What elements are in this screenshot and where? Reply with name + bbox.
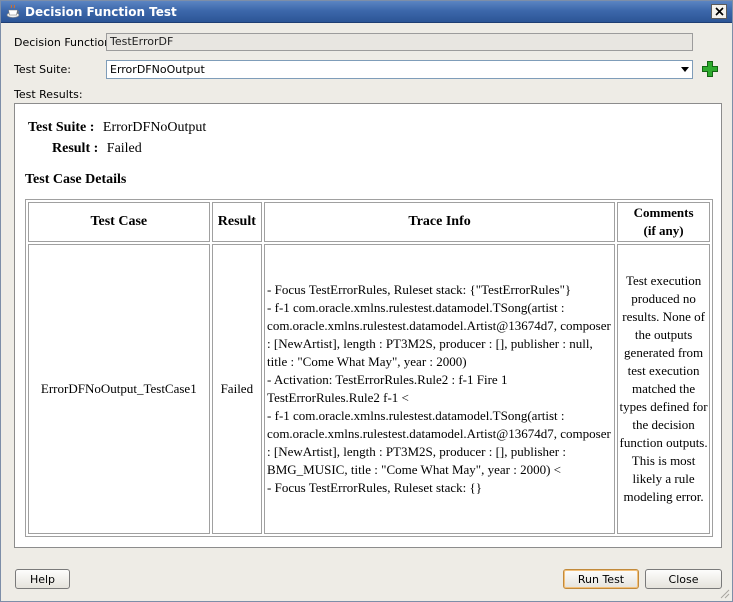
cell-test-case: ErrorDFNoOutput_TestCase1 (28, 244, 210, 534)
cell-trace-info: - Focus TestErrorRules, Ruleset stack: {… (264, 244, 616, 534)
table-header-row: Test Case Result Trace Info Comments (if… (28, 202, 710, 242)
test-suite-selected-value: ErrorDFNoOutput (110, 63, 205, 76)
suite-key: Test Suite : (28, 120, 95, 135)
trace-line: - Focus TestErrorRules, Ruleset stack: {… (267, 480, 483, 495)
test-case-details-title: Test Case Details (25, 172, 127, 187)
dialog-window: Decision Function Test Decision Function… (0, 0, 733, 602)
resize-grip-icon[interactable] (718, 587, 730, 599)
close-icon (714, 7, 724, 16)
close-button[interactable]: Close (645, 569, 722, 589)
decision-function-field: TestErrorDF (106, 33, 693, 51)
cell-result: Failed (211, 244, 263, 534)
trace-line: - Activation: TestErrorRules.Rule2 : f-1… (267, 372, 508, 405)
test-suite-label: Test Suite: (14, 63, 71, 76)
cell-comments: Test execution produced no results. None… (617, 244, 710, 534)
add-icon[interactable] (701, 60, 719, 78)
close-window-button[interactable] (711, 4, 727, 19)
table-row: ErrorDFNoOutput_TestCase1 Failed - Focus… (28, 244, 710, 534)
coffee-cup-icon (6, 4, 20, 18)
header-comments: Comments (if any) (617, 202, 710, 242)
trace-line: - f-1 com.oracle.xmlns.rulestest.datamod… (267, 300, 611, 369)
test-results-panel: Test Suite : ErrorDFNoOutput Result : Fa… (14, 103, 722, 548)
header-comments-line2: (if any) (643, 223, 684, 238)
result-summary-row: Result : Failed (52, 141, 142, 157)
suite-summary-row: Test Suite : ErrorDFNoOutput (28, 120, 206, 136)
result-key: Result : (52, 141, 99, 156)
trace-line: - Focus TestErrorRules, Ruleset stack: {… (267, 282, 572, 297)
test-case-table: Test Case Result Trace Info Comments (if… (25, 199, 713, 537)
test-results-label: Test Results: (14, 88, 83, 101)
suite-value: ErrorDFNoOutput (102, 120, 207, 135)
title-bar: Decision Function Test (1, 1, 732, 23)
test-suite-select[interactable]: ErrorDFNoOutput (106, 60, 693, 79)
header-result: Result (211, 202, 263, 242)
decision-function-label: Decision Function: (14, 36, 115, 49)
header-test-case: Test Case (28, 202, 210, 242)
run-test-button[interactable]: Run Test (563, 569, 639, 589)
window-title: Decision Function Test (25, 5, 177, 19)
chevron-down-icon[interactable] (681, 67, 689, 72)
help-button[interactable]: Help (15, 569, 70, 589)
header-trace-info: Trace Info (264, 202, 616, 242)
result-value: Failed (106, 141, 142, 156)
header-comments-line1: Comments (633, 205, 694, 220)
trace-line: - f-1 com.oracle.xmlns.rulestest.datamod… (267, 408, 611, 477)
